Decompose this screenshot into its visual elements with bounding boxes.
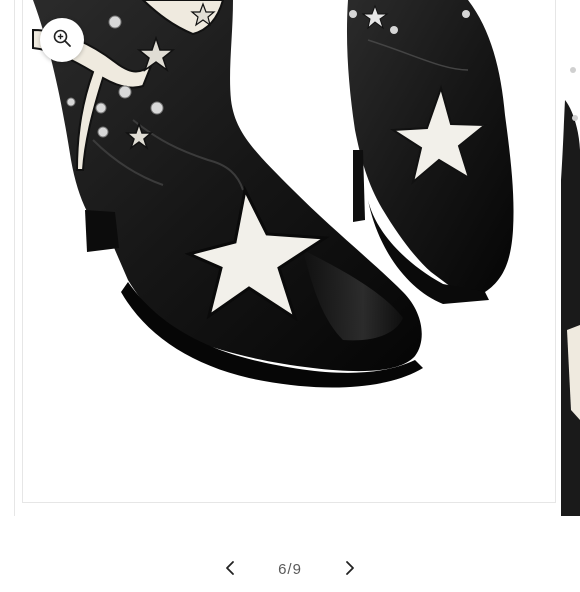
previous-slide-button[interactable] <box>210 548 250 592</box>
back-boot <box>346 0 514 304</box>
next-slide-thumbnail <box>561 0 580 516</box>
boots-photo <box>32 0 514 388</box>
previous-slide-peek[interactable] <box>0 0 15 516</box>
zoom-button[interactable] <box>40 18 84 62</box>
chevron-right-icon <box>345 560 355 581</box>
next-slide-peek[interactable] <box>561 0 580 516</box>
gallery-pagination: 6/9 <box>0 548 580 592</box>
chevron-left-icon <box>225 560 235 581</box>
next-slide-button[interactable] <box>330 548 370 592</box>
product-gallery <box>0 0 580 520</box>
magnifier-plus-icon <box>52 28 72 53</box>
product-image[interactable] <box>22 0 556 503</box>
slide-counter: 6/9 <box>278 560 302 578</box>
